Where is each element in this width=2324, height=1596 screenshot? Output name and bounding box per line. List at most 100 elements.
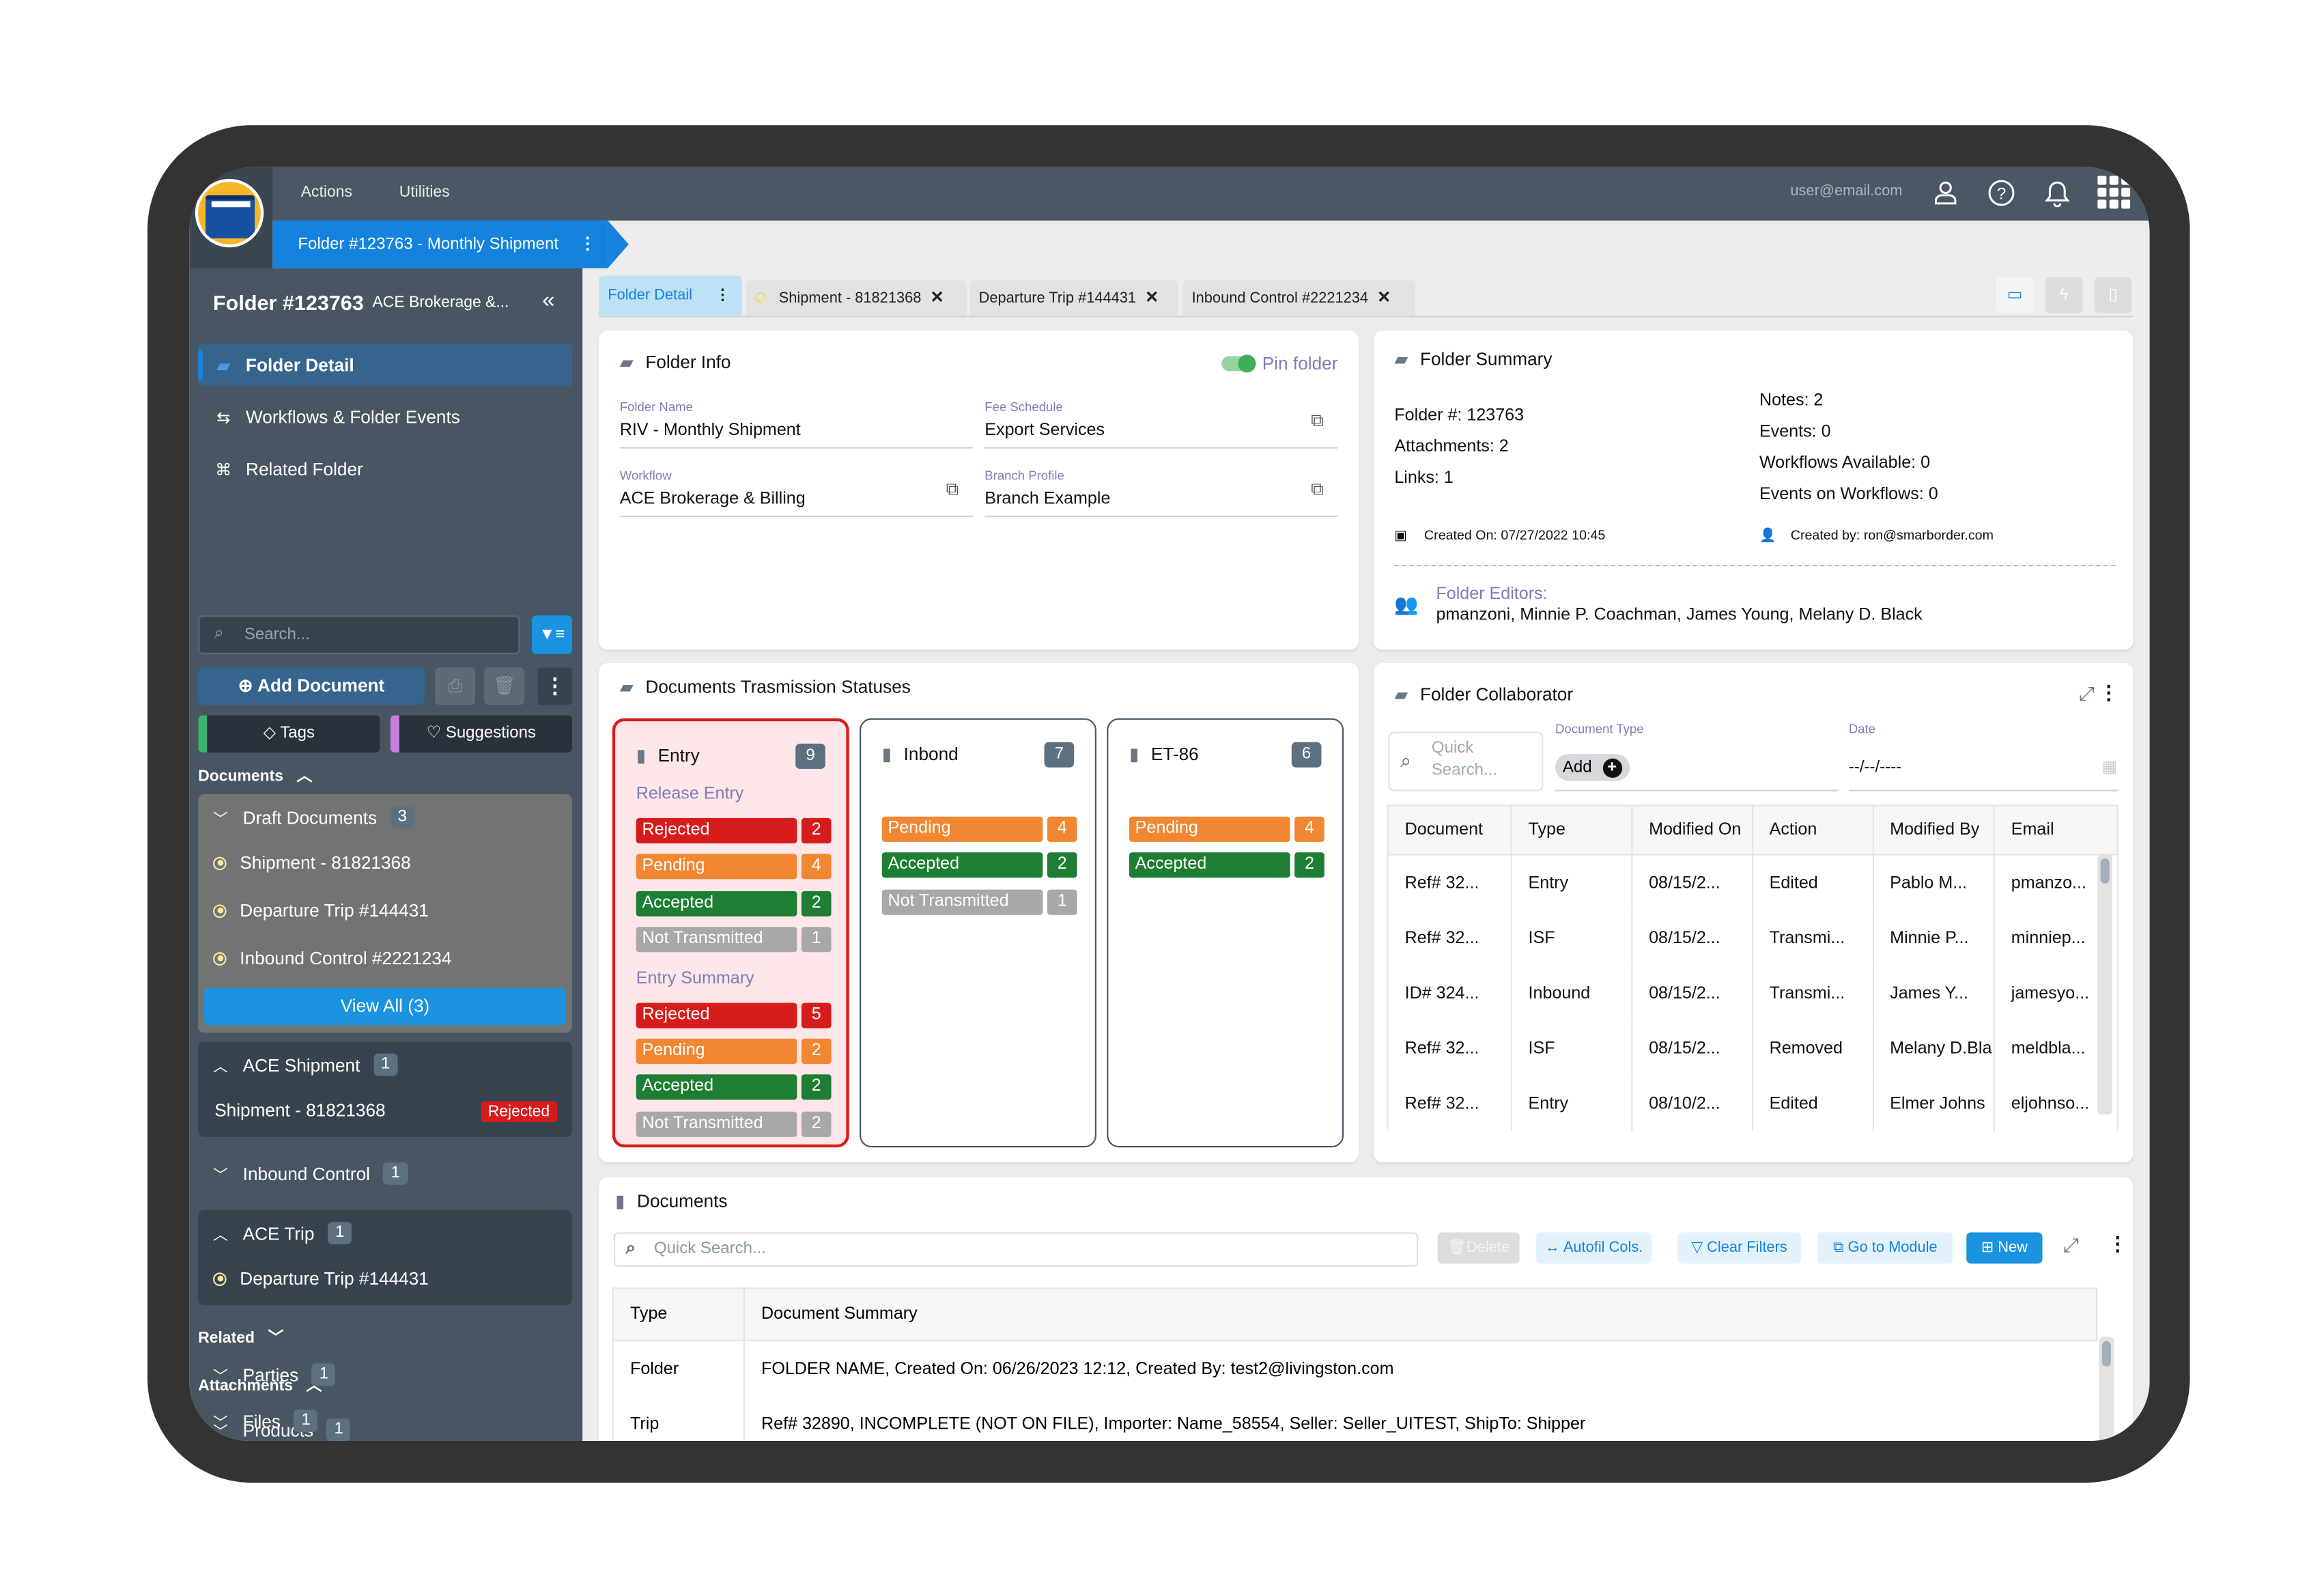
table-row[interactable]: Trip Ref# 32890, INCOMPLETE (NOT ON FILE… (612, 1396, 2097, 1441)
inbound-control-group[interactable]: ﹀ Inbound Control 1 (213, 1162, 408, 1185)
draft-item[interactable]: Shipment - 81821368 (213, 852, 411, 873)
sidebar-item-related-folder[interactable]: ⌘ Related Folder (198, 449, 572, 490)
add-document-button[interactable]: ⊕ Add Document (198, 667, 425, 705)
draft-documents-header[interactable]: ﹀ Draft Documents 3 (213, 806, 414, 829)
status-pill[interactable]: Not Transmitted (636, 1111, 797, 1137)
image-file-button[interactable]: ▯ (2094, 277, 2132, 313)
more-vertical-icon[interactable]: ⋮ (2099, 681, 2118, 705)
autofit-columns-button[interactable]: ↔ Autofil Cols. (1535, 1232, 1652, 1264)
fee-schedule-field[interactable]: Export Services (984, 422, 1105, 440)
apps-grid-icon[interactable] (2097, 176, 2131, 209)
ace-shipment-item[interactable]: Shipment - 81821368 (214, 1100, 385, 1121)
status-pill[interactable]: Pending (1129, 816, 1290, 842)
column-header[interactable]: Document Summary (743, 1287, 2098, 1341)
column-header[interactable]: Modified On (1630, 804, 1753, 856)
column-header[interactable]: Type (612, 1287, 745, 1341)
status-pill[interactable]: Not Transmitted (636, 927, 797, 953)
notes-button[interactable]: ▭ (1996, 277, 2034, 313)
clear-filters-button[interactable]: ▽ Clear Filters (1677, 1232, 1802, 1264)
calendar-icon[interactable]: ▦ (2102, 757, 2118, 776)
go-to-module-button[interactable]: ⧉ Go to Module (1817, 1232, 1953, 1264)
more-vertical-icon[interactable]: ⋮ (2108, 1233, 2127, 1257)
user-email[interactable]: user@email.com (1790, 183, 1902, 199)
tab-departure-trip[interactable]: Departure Trip #144431 ✕ (969, 280, 1178, 316)
column-header[interactable]: Type (1510, 804, 1633, 856)
table-row[interactable]: Ref# 32... ISF 08/15/2... Removed Melany D.B… (1387, 1020, 2118, 1076)
status-pill[interactable]: Not Transmitted (881, 889, 1043, 915)
expand-icon[interactable]: ⤢ (2063, 1234, 2079, 1258)
status-box-entry[interactable]: ▮ Entry 9 Release Entry Rejected 2 Pending 4 Acc… (612, 718, 849, 1148)
ace-trip-header[interactable]: ︿ ACE Trip 1 (213, 1222, 352, 1244)
status-pill[interactable]: Accepted (881, 852, 1043, 879)
close-icon[interactable]: ✕ (1145, 289, 1159, 307)
app-logo-folder-icon[interactable] (195, 178, 264, 248)
column-header[interactable]: Modified By (1871, 804, 1995, 856)
breadcrumb[interactable]: Folder #123763 - Monthly Shipment ⋮ (272, 220, 608, 268)
table-row[interactable]: Ref# 32... Entry 08/10/2... Edited Elmer Joh… (1387, 1076, 2118, 1132)
status-pill[interactable]: Pending (636, 1038, 797, 1064)
more-options-button[interactable]: ⋮ (537, 667, 572, 705)
collaborator-scrollbar[interactable] (2097, 854, 2113, 1115)
tab-folder-detail[interactable]: Folder Detail ⋮ (599, 275, 742, 316)
status-pill[interactable]: Rejected (636, 817, 797, 844)
copy-icon[interactable]: ⧉ (1311, 410, 1324, 432)
products-group[interactable]: ﹀ Products 1 (213, 1418, 351, 1441)
copy-icon[interactable]: ⧉ (1311, 478, 1324, 501)
related-section-header[interactable]: Related ﹀ (198, 1326, 283, 1349)
status-pill[interactable]: Pending (636, 854, 797, 880)
help-icon[interactable]: ? (1984, 176, 2017, 208)
tab-inbound-control[interactable]: Inbound Control #2221234 ✕ (1182, 280, 1415, 316)
suggestions-button[interactable]: ♡ Suggestions (390, 715, 572, 753)
parties-group[interactable]: ﹀ Parties 1 (213, 1363, 337, 1386)
tab-shipment[interactable]: Shipment - 81821368 ✕ (746, 280, 967, 316)
tags-button[interactable]: ◇ Tags (198, 715, 380, 753)
breadcrumb-more-icon[interactable]: ⋮ (580, 221, 596, 268)
collaborator-search-input[interactable]: ⌕ Quick Search... (1388, 731, 1544, 792)
view-all-button[interactable]: View All (3) (203, 988, 567, 1026)
draft-item[interactable]: Departure Trip #144431 (213, 900, 429, 921)
folder-name-field[interactable]: RIV - Monthly Shipment (620, 422, 801, 440)
documents-section-header[interactable]: Documents ︿ (198, 764, 312, 787)
sidebar-item-folder-detail[interactable]: ▰ Folder Detail (198, 344, 572, 387)
add-document-type-chip[interactable]: Add + (1555, 754, 1630, 781)
column-header[interactable]: Document (1387, 804, 1512, 856)
user-icon[interactable] (1929, 176, 1962, 208)
sidebar-search-input[interactable]: ⌕ Search... (198, 615, 520, 654)
filter-button[interactable]: ▼≡ (531, 615, 572, 654)
menu-utilities[interactable]: Utilities (399, 183, 450, 201)
column-header[interactable]: Action (1751, 804, 1874, 856)
close-icon[interactable]: ✕ (1377, 289, 1391, 307)
column-header[interactable]: Email (1993, 804, 2118, 856)
actions-button[interactable]: ϟ (2045, 277, 2083, 313)
draft-item[interactable]: Inbound Control #2221234 (213, 948, 451, 968)
date-input[interactable]: --/--/---- (1849, 759, 1901, 776)
copy-icon[interactable]: ⧉ (946, 478, 959, 501)
new-document-button[interactable]: ⊞ New (1966, 1232, 2043, 1264)
status-pill[interactable]: Accepted (1129, 852, 1290, 879)
table-row[interactable]: ID# 324... Inbound 08/15/2... Transmi... Jam… (1387, 965, 2118, 1021)
ace-shipment-header[interactable]: ︿ ACE Shipment 1 (213, 1053, 398, 1076)
ace-trip-item[interactable]: Departure Trip #144431 (213, 1268, 429, 1289)
status-box-et-86[interactable]: ▮ ET-86 6 Pending 4 Accepted 2 (1107, 718, 1344, 1148)
delete-button[interactable]: 🗑Delete (1437, 1232, 1520, 1264)
table-row[interactable]: Ref# 32... Entry 08/15/2... Edited Pablo M..… (1387, 854, 2118, 911)
delete-button[interactable]: 🗑 (484, 667, 525, 705)
tab-more-icon[interactable]: ⋮ (715, 276, 730, 316)
status-pill[interactable]: Rejected (636, 1002, 797, 1028)
sidebar-item-workflows[interactable]: ⇆ Workflows & Folder Events (198, 396, 572, 438)
toggle-switch[interactable] (1221, 354, 1257, 373)
notification-bell-icon[interactable] (2041, 176, 2073, 208)
status-pill[interactable]: Accepted (636, 891, 797, 916)
print-button[interactable]: ⎙ (435, 667, 476, 705)
documents-search-input[interactable]: ⌕ Quick Search... (613, 1232, 1419, 1267)
menu-actions[interactable]: Actions (301, 183, 352, 201)
table-row[interactable]: Folder FOLDER NAME, Created On: 06/26/20… (612, 1340, 2097, 1397)
collapse-sidebar-icon[interactable]: « (542, 288, 554, 313)
status-box-inbond[interactable]: ▮ Inbond 7 Pending 4 Accepted 2 Not Transmitted… (860, 718, 1096, 1148)
branch-profile-field[interactable]: Branch Example (984, 490, 1110, 508)
table-row[interactable]: Ref# 32... ISF 08/15/2... Transmi... Minnie … (1387, 910, 2118, 966)
documents-scrollbar[interactable] (2099, 1336, 2114, 1441)
status-pill[interactable]: Pending (881, 816, 1043, 842)
status-pill[interactable]: Accepted (636, 1075, 797, 1101)
expand-icon[interactable]: ⤢ (2079, 682, 2095, 706)
